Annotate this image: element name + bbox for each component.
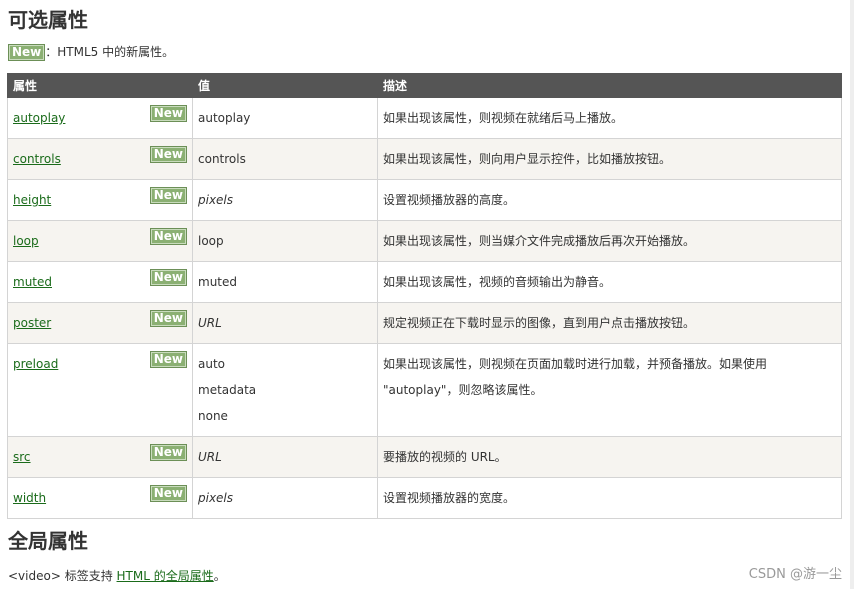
attribute-link-controls[interactable]: controls: [13, 152, 61, 166]
attribute-link-autoplay[interactable]: autoplay: [13, 111, 65, 125]
new-badge: New: [149, 105, 187, 122]
section-title-optional-attributes: 可选属性: [8, 8, 88, 32]
table-row: height New pixels 设置视频播放器的高度。: [7, 179, 842, 221]
attribute-link-src[interactable]: src: [13, 450, 31, 464]
column-header-description: 描述: [377, 73, 842, 98]
global-attributes-line: <video> 标签支持 HTML 的全局属性。: [8, 566, 226, 586]
value-item: pixels: [198, 193, 234, 207]
attribute-cell: loop New: [7, 220, 193, 262]
global-attributes-link[interactable]: HTML 的全局属性: [117, 569, 214, 583]
description-cell: 要播放的视频的 URL。: [377, 436, 842, 478]
description-cell: 如果出现该属性，则向用户显示控件，比如播放按钮。: [377, 138, 842, 180]
value-cell: loop: [192, 220, 378, 262]
value-item: autoplay: [198, 111, 251, 125]
description-cell: 设置视频播放器的宽度。: [377, 477, 842, 519]
value-cell: controls: [192, 138, 378, 180]
new-badge: New: [149, 485, 187, 502]
description-cell: 规定视频正在下载时显示的图像，直到用户点击播放按钮。: [377, 302, 842, 344]
table-header-row: 属性 值 描述: [7, 73, 842, 98]
description-cell: 如果出现该属性，则视频在就绪后马上播放。: [377, 97, 842, 139]
attribute-cell: src New: [7, 436, 193, 478]
new-badge: New: [149, 146, 187, 163]
table-row: muted New muted 如果出现该属性，视频的音频输出为静音。: [7, 261, 842, 303]
scrollbar-track[interactable]: [850, 0, 854, 589]
value-item: pixels: [198, 491, 234, 505]
html5-note: New ：HTML5 中的新属性。: [8, 42, 174, 62]
value-item: auto: [198, 357, 226, 371]
attribute-cell: width New: [7, 477, 193, 519]
csdn-watermark: CSDN @游一尘: [748, 567, 842, 582]
value-cell: muted: [192, 261, 378, 303]
value-item: metadata: [198, 383, 257, 397]
value-cell: pixels: [192, 477, 378, 519]
attribute-link-poster[interactable]: poster: [13, 316, 51, 330]
column-header-attribute: 属性: [7, 73, 193, 98]
attribute-link-height[interactable]: height: [13, 193, 51, 207]
table-row: width New pixels 设置视频播放器的宽度。: [7, 477, 842, 519]
attribute-link-preload[interactable]: preload: [13, 357, 58, 371]
section-title-global-attributes: 全局属性: [8, 529, 88, 553]
new-badge: New: [8, 43, 46, 61]
value-item: loop: [198, 234, 224, 248]
value-cell: URL: [192, 302, 378, 344]
value-item: controls: [198, 152, 246, 166]
new-badge: New: [149, 269, 187, 286]
attribute-cell: autoplay New: [7, 97, 193, 139]
table-row: loop New loop 如果出现该属性，则当媒介文件完成播放后再次开始播放。: [7, 220, 842, 262]
new-badge: New: [149, 228, 187, 245]
value-cell: pixels: [192, 179, 378, 221]
attribute-cell: controls New: [7, 138, 193, 180]
value-cell: autoplay: [192, 97, 378, 139]
global-attributes-text: <video> 标签支持: [8, 569, 117, 583]
html5-note-text: ：HTML5 中的新属性。: [45, 45, 175, 59]
table-row: preload New auto metadata none 如果出现该属性，则视频在页面…: [7, 343, 842, 437]
value-cell: URL: [192, 436, 378, 478]
global-attributes-period: 。: [213, 569, 226, 583]
attributes-table: 属性 值 描述 autoplay New autoplay 如果出现该属性，则视频在就…: [7, 73, 842, 519]
value-item: none: [198, 409, 228, 423]
attribute-cell: muted New: [7, 261, 193, 303]
attribute-cell: preload New: [7, 343, 193, 437]
new-badge: New: [149, 351, 187, 368]
table-row: poster New URL 规定视频正在下载时显示的图像，直到用户点击播放按钮。: [7, 302, 842, 344]
attribute-link-width[interactable]: width: [13, 491, 46, 505]
description-cell: 如果出现该属性，则视频在页面加载时进行加载，并预备播放。如果使用 "autopl…: [377, 343, 842, 437]
table-body: autoplay New autoplay 如果出现该属性，则视频在就绪后马上播放。 c…: [7, 97, 842, 519]
column-header-value: 值: [192, 73, 378, 98]
attribute-cell: poster New: [7, 302, 193, 344]
value-cell: auto metadata none: [192, 343, 378, 437]
table-row: src New URL 要播放的视频的 URL。: [7, 436, 842, 478]
attribute-cell: height New: [7, 179, 193, 221]
description-cell: 如果出现该属性，则当媒介文件完成播放后再次开始播放。: [377, 220, 842, 262]
attribute-link-muted[interactable]: muted: [13, 275, 52, 289]
page: 可选属性 New ：HTML5 中的新属性。 属性 值 描述 autoplay N…: [0, 0, 856, 589]
attribute-link-loop[interactable]: loop: [13, 234, 39, 248]
new-badge: New: [149, 187, 187, 204]
new-badge: New: [149, 444, 187, 461]
table-row: controls New controls 如果出现该属性，则向用户显示控件，比如播放…: [7, 138, 842, 180]
value-item: URL: [198, 450, 222, 464]
value-item: muted: [198, 275, 237, 289]
description-cell: 如果出现该属性，视频的音频输出为静音。: [377, 261, 842, 303]
table-row: autoplay New autoplay 如果出现该属性，则视频在就绪后马上播放。: [7, 97, 842, 139]
description-cell: 设置视频播放器的高度。: [377, 179, 842, 221]
new-badge: New: [149, 310, 187, 327]
value-item: URL: [198, 316, 222, 330]
